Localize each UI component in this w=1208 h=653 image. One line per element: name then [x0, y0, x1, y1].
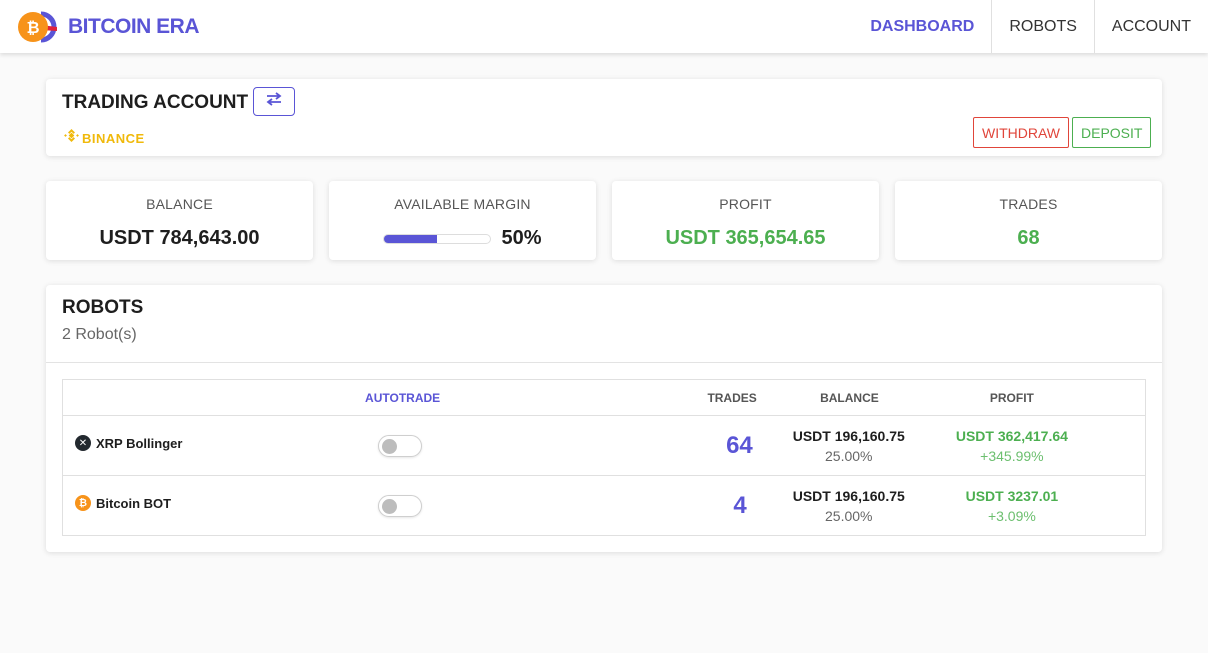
switch-account-button[interactable] [253, 87, 295, 116]
stat-margin-value: 50% [501, 227, 542, 249]
stat-trades-value: 68 [1017, 227, 1040, 249]
robots-count: 2 Robot(s) [62, 326, 137, 343]
stat-trades: TRADES 68 [895, 181, 1162, 260]
nav-dashboard[interactable]: DASHBOARD [853, 0, 991, 53]
robot-profit: USDT 362,417.64 [955, 427, 1068, 444]
stat-trades-label: TRADES [999, 196, 1058, 212]
bitcoin-era-logo-icon: ₿ [17, 10, 67, 44]
table-row[interactable]: ✕ XRP Bollinger 64 USDT 196,160.75 25.00… [62, 415, 1146, 476]
robot-balance: USDT 196,160.75 [792, 427, 905, 444]
robot-name[interactable]: ₿ Bitcoin BOT [75, 495, 232, 511]
autotrade-toggle[interactable] [378, 494, 423, 517]
robot-balance: USDT 196,160.75 [792, 487, 905, 504]
brand-name: BITCOIN ERA [68, 14, 200, 38]
margin-progress-fill [384, 234, 438, 243]
toggle-knob [382, 498, 398, 514]
robots-table: AUTOTRADE TRADES BALANCE PROFIT ✕ XRP Bo… [62, 379, 1146, 536]
robots-title: ROBOTS [62, 297, 144, 318]
col-autotrade[interactable]: AUTOTRADE [232, 379, 451, 416]
top-navbar: ₿ BITCOIN ERA DASHBOARD ROBOTS ACCOUNT [0, 0, 1208, 53]
svg-text:₿: ₿ [26, 18, 39, 37]
margin-progress-bar [383, 233, 492, 244]
robot-name[interactable]: ✕ XRP Bollinger [75, 435, 232, 451]
stat-available-margin: AVAILABLE MARGIN 50% [329, 181, 596, 260]
stat-profit-value: USDT 365,654.65 [665, 227, 826, 249]
table-header-row: AUTOTRADE TRADES BALANCE PROFIT [62, 379, 1146, 416]
stat-balance-value: USDT 784,643.00 [99, 227, 260, 249]
col-trades: TRADES [450, 379, 767, 416]
nav-account[interactable]: ACCOUNT [1093, 0, 1208, 53]
swap-arrows-icon [265, 92, 283, 111]
nav-robots[interactable]: ROBOTS [991, 0, 1094, 53]
trading-account-title: TRADING ACCOUNT [62, 92, 249, 113]
stat-balance: BALANCE USDT 784,643.00 [46, 181, 313, 260]
main-nav: DASHBOARD ROBOTS ACCOUNT [853, 0, 1208, 53]
robot-trades: 64 [726, 431, 753, 459]
exchange-name: BINANCE [82, 130, 145, 146]
withdraw-button[interactable]: WITHDRAW [973, 117, 1070, 148]
bitcoin-icon: ₿ [75, 495, 91, 511]
deposit-button[interactable]: DEPOSIT [1072, 117, 1152, 148]
brand[interactable]: ₿ BITCOIN ERA [0, 0, 200, 53]
table-row[interactable]: ₿ Bitcoin BOT 4 USDT 196,160.75 25.00% U… [62, 475, 1146, 536]
robot-profit-percent: +3.09% [987, 507, 1036, 524]
col-balance: BALANCE [766, 379, 879, 416]
robot-name-label: Bitcoin BOT [96, 495, 172, 511]
binance-icon [64, 128, 79, 148]
toggle-knob [382, 438, 398, 454]
autotrade-toggle[interactable] [378, 434, 423, 457]
stat-profit: PROFIT USDT 365,654.65 [612, 181, 879, 260]
exchange-badge: BINANCE [64, 128, 145, 148]
xrp-icon: ✕ [75, 435, 91, 451]
robot-profit: USDT 3237.01 [965, 487, 1059, 504]
col-profit: PROFIT [878, 379, 1146, 416]
divider [46, 362, 1162, 363]
stat-balance-label: BALANCE [146, 196, 213, 212]
stat-profit-label: PROFIT [719, 196, 772, 212]
col-name [62, 379, 233, 416]
robot-trades: 4 [733, 491, 747, 519]
trading-account-card: TRADING ACCOUNT BINANCE WITHDRAW DEPOSIT [46, 79, 1162, 156]
stat-margin-label: AVAILABLE MARGIN [394, 196, 531, 212]
robot-name-label: XRP Bollinger [96, 435, 183, 451]
robot-profit-percent: +345.99% [980, 447, 1044, 464]
robots-card: ROBOTS 2 Robot(s) AUTOTRADE TRADES BALAN… [46, 285, 1162, 552]
